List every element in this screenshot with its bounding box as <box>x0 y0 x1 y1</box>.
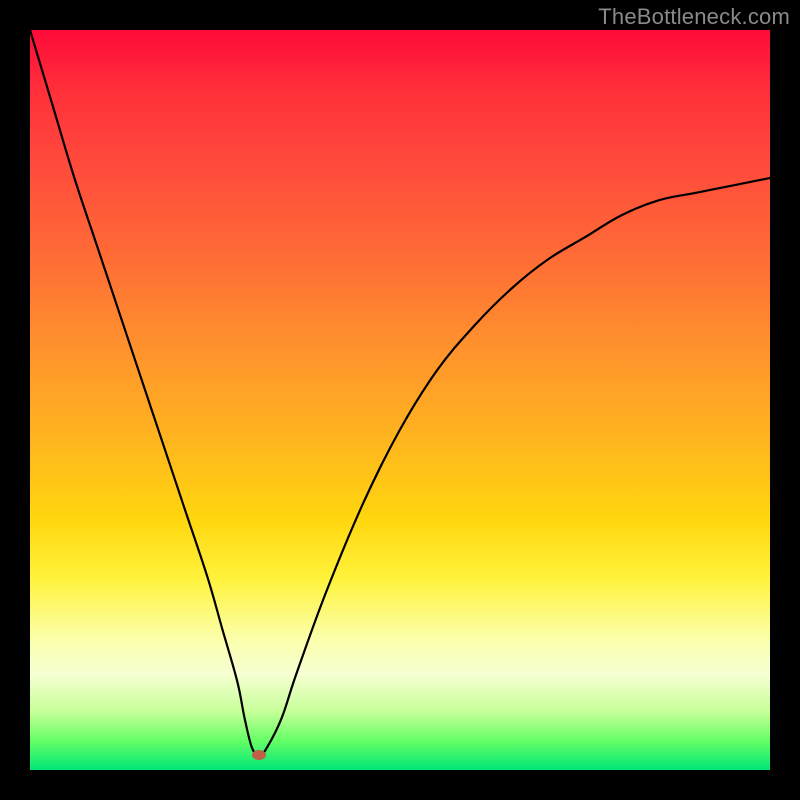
chart-frame: TheBottleneck.com <box>0 0 800 800</box>
bottleneck-curve-path <box>30 30 770 755</box>
curve-svg <box>30 30 770 770</box>
optimal-point-marker <box>252 750 266 760</box>
watermark-text: TheBottleneck.com <box>598 4 790 30</box>
plot-area <box>30 30 770 770</box>
